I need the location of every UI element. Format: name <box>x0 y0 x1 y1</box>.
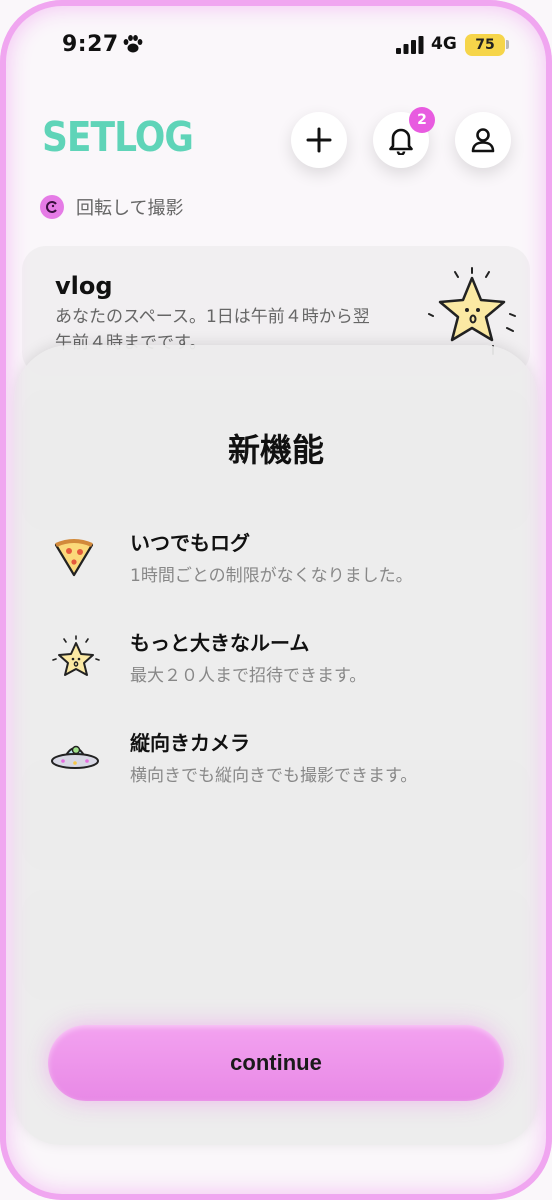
rotate-hint: 回転して撮影 <box>40 194 183 220</box>
feature-item: 縦向きカメラ 横向きでも縦向きでも撮影できます。 <box>14 727 538 797</box>
continue-button[interactable]: continue <box>48 1025 504 1101</box>
notification-badge: 2 <box>409 107 435 133</box>
person-icon <box>471 128 495 153</box>
plus-icon <box>306 127 332 153</box>
feature-title: もっと大きなルーム <box>130 631 310 655</box>
status-time: 9:27 <box>62 32 119 57</box>
bell-icon <box>389 128 413 155</box>
network-type: 4G <box>431 34 457 54</box>
add-button[interactable] <box>291 112 347 168</box>
feature-item: いつでもログ 1時間ごとの制限がなくなりました。 <box>14 527 538 597</box>
battery-level: 75 <box>465 34 505 56</box>
star-character-icon <box>428 267 516 355</box>
feature-item: もっと大きなルーム 最大２０人まで招待できます。 <box>14 627 538 697</box>
pizza-icon <box>54 539 94 577</box>
app-screen: 9:27 4G 75 SETLOG 2 回転して撮影 vlog あなたのスペース… <box>0 0 552 1200</box>
app-logo: SETLOG <box>42 114 194 162</box>
space-title: vlog <box>55 272 113 300</box>
sheet-title: 新機能 <box>227 431 324 469</box>
rotate-icon <box>40 195 64 219</box>
feature-description: 最大２０人まで招待できます。 <box>130 666 367 686</box>
star-character-icon <box>52 635 100 676</box>
feature-description: 横向きでも縦向きでも撮影できます。 <box>130 766 418 786</box>
feature-description: 1時間ごとの制限がなくなりました。 <box>130 566 413 586</box>
rotate-hint-text: 回転して撮影 <box>76 198 184 219</box>
feature-title: いつでもログ <box>130 531 250 555</box>
new-features-sheet: 新機能 いつでもログ 1時間ごとの制限がなくなりました。 もっと大きなルーム 最… <box>14 345 538 1145</box>
paw-icon <box>123 35 143 53</box>
profile-button[interactable] <box>455 112 511 168</box>
signal-icon <box>396 36 424 54</box>
ufo-icon <box>51 745 99 769</box>
battery-tip <box>506 40 509 49</box>
feature-title: 縦向きカメラ <box>130 731 250 755</box>
status-bar: 9:27 4G 75 <box>0 0 552 90</box>
